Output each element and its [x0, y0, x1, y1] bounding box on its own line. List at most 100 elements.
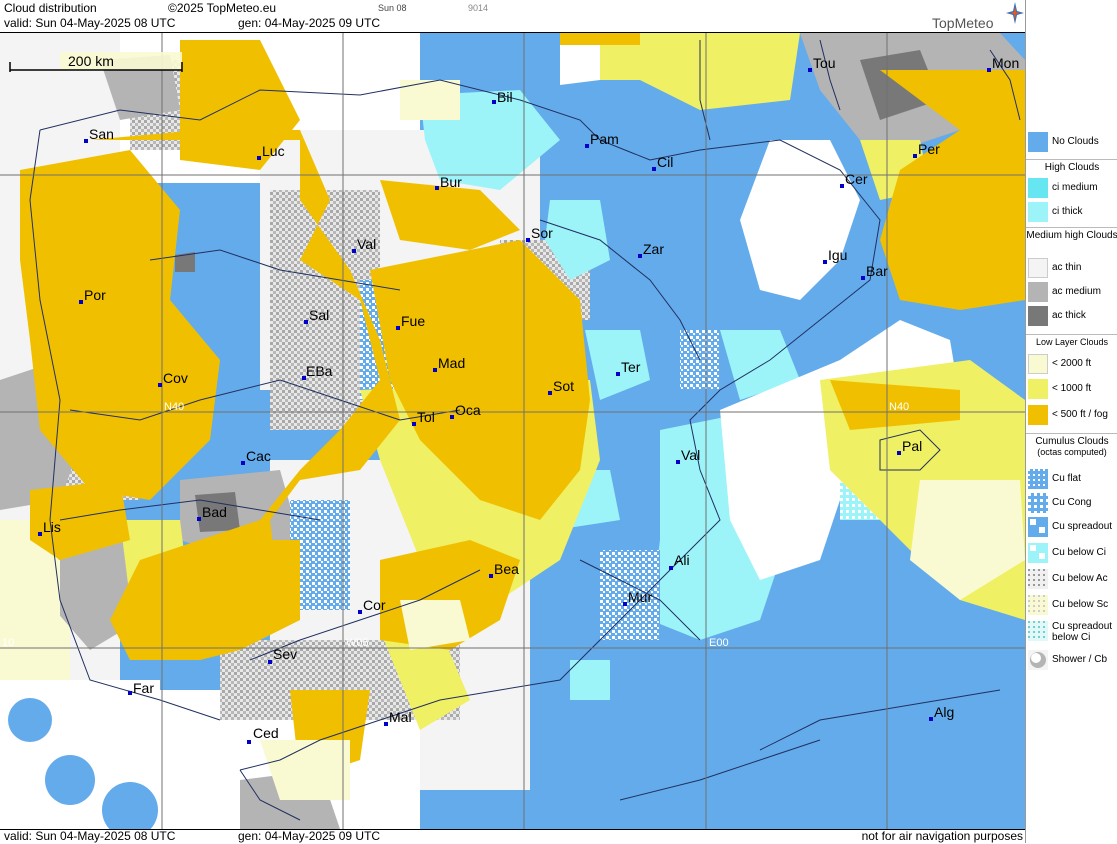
- legend-ci-thick: ci thick: [1028, 202, 1117, 224]
- swatch-shower-cb: [1028, 650, 1048, 670]
- svg-text:Bad: Bad: [202, 504, 227, 520]
- svg-text:Ali: Ali: [674, 552, 690, 568]
- svg-text:EBa: EBa: [306, 363, 333, 379]
- city-cor: Cor: [358, 597, 386, 614]
- swatch-cu-spread-below-ci: [1028, 621, 1048, 641]
- legend-label: < 2000 ft: [1052, 358, 1092, 369]
- legend-cu-below-sc: Cu below Sc: [1028, 595, 1117, 617]
- svg-text:Igu: Igu: [828, 247, 847, 263]
- svg-text:Lis: Lis: [43, 519, 61, 535]
- cloud-map: N40 N40 W05 E00 10 200 km Bil San Luc Bu…: [0, 33, 1025, 829]
- legend-no-clouds: No Clouds: [1028, 132, 1117, 154]
- topmeteo-star-icon: [1006, 2, 1024, 24]
- svg-text:Tol: Tol: [417, 409, 435, 425]
- svg-text:Cac: Cac: [246, 448, 271, 464]
- city-sor: Sor: [526, 225, 553, 242]
- city-por: Por: [79, 287, 106, 304]
- legend-low-1000: < 1000 ft: [1028, 379, 1117, 401]
- grid-label-n40-right: N40: [889, 401, 909, 413]
- city-mon: Mon: [987, 55, 1019, 72]
- copyright-text: ©2025 TopMeteo.eu: [168, 1, 277, 15]
- legend-shower: Shower / Cb: [1028, 650, 1117, 672]
- legend-label: Cu below Sc: [1052, 599, 1109, 610]
- footer-valid: valid: Sun 04-May-2025 08 UTC: [4, 829, 176, 843]
- svg-text:Alg: Alg: [934, 704, 954, 720]
- map-header: Cloud distribution ©2025 TopMeteo.eu Sun…: [0, 0, 1025, 33]
- legend-heading: Low Layer Clouds: [1035, 337, 1109, 347]
- legend-label: ac medium: [1052, 286, 1101, 297]
- legend-low-500: < 500 ft / fog: [1028, 405, 1117, 427]
- city-mad: Mad: [433, 355, 465, 372]
- city-luc: Luc: [257, 143, 285, 160]
- svg-text:Sor: Sor: [531, 225, 553, 241]
- valid-time: valid: Sun 04-May-2025 08 UTC: [4, 16, 176, 30]
- legend-label: ci thick: [1052, 206, 1083, 217]
- generation-time: gen: 04-May-2025 09 UTC: [238, 16, 381, 30]
- legend-label: < 1000 ft: [1052, 383, 1092, 394]
- legend-cu-spreadout: Cu spreadout: [1028, 517, 1117, 539]
- city-bad: Bad: [197, 504, 227, 521]
- legend-label: Cu below Ac: [1052, 573, 1108, 584]
- grid-label-w10: 10: [2, 637, 14, 649]
- legend-cu-flat: Cu flat: [1028, 469, 1117, 491]
- legend-heading: Cumulus Clouds: [1035, 436, 1109, 447]
- svg-text:Mur: Mur: [628, 589, 652, 605]
- swatch-low-2000: [1028, 354, 1048, 374]
- svg-text:Ced: Ced: [253, 725, 279, 741]
- svg-text:Oca: Oca: [455, 402, 481, 418]
- svg-text:Fue: Fue: [401, 313, 425, 329]
- svg-text:Sot: Sot: [553, 378, 574, 394]
- city-eba: EBa: [302, 363, 333, 380]
- svg-text:Far: Far: [133, 680, 154, 696]
- legend-label: Shower / Cb: [1052, 654, 1108, 665]
- city-mal: Mal: [384, 709, 412, 726]
- legend-label: ac thin: [1052, 262, 1082, 273]
- topmeteo-logo: TopMeteo: [932, 15, 994, 31]
- city-pam: Pam: [585, 131, 619, 148]
- svg-text:Val: Val: [681, 447, 700, 463]
- city-bar: Bar: [861, 263, 888, 280]
- legend-label: ci medium: [1052, 182, 1098, 193]
- svg-text:Sev: Sev: [273, 646, 297, 662]
- city-cov: Cov: [158, 370, 188, 387]
- swatch-low-1000: [1028, 379, 1048, 399]
- svg-text:Cor: Cor: [363, 597, 386, 613]
- swatch-cu-below-sc: [1028, 595, 1048, 615]
- legend-label: Cu Cong: [1052, 497, 1092, 508]
- svg-text:Zar: Zar: [643, 241, 664, 257]
- city-sev: Sev: [268, 646, 297, 664]
- scale-label: 200 km: [68, 53, 114, 69]
- svg-text:Bil: Bil: [497, 89, 513, 105]
- swatch-ci-medium: [1028, 178, 1048, 198]
- legend-ac-thick: ac thick: [1028, 306, 1117, 328]
- swatch-ac-medium: [1028, 282, 1048, 302]
- legend-label: Cu flat: [1052, 473, 1081, 484]
- svg-text:Pal: Pal: [902, 438, 922, 454]
- legend-cu-cong: Cu Cong: [1028, 493, 1117, 515]
- legend-label: Cu spreadout: [1052, 521, 1113, 532]
- swatch-no-clouds: [1028, 132, 1048, 152]
- svg-text:San: San: [89, 126, 114, 142]
- svg-text:Ter: Ter: [621, 359, 641, 375]
- svg-text:Cer: Cer: [845, 171, 868, 187]
- city-bea: Bea: [489, 561, 519, 578]
- footer-gen: gen: 04-May-2025 09 UTC: [238, 829, 381, 843]
- legend-ac-thin: ac thin: [1028, 258, 1117, 280]
- grid-label-e00: E00: [709, 637, 729, 649]
- svg-text:Cov: Cov: [163, 370, 188, 386]
- legend-label: Cu below Ci: [1052, 547, 1106, 558]
- swatch-cu-below-ci: [1028, 543, 1048, 563]
- legend-ac-medium: ac medium: [1028, 282, 1117, 304]
- legend-label: ac thick: [1052, 310, 1086, 321]
- city-mur: Mur: [623, 589, 652, 606]
- footer-disclaimer: not for air navigation purposes: [861, 829, 1023, 843]
- svg-text:Pam: Pam: [590, 131, 619, 147]
- legend-heading: High Clouds: [1044, 162, 1100, 173]
- city-bur: Bur: [435, 174, 462, 190]
- svg-text:Tou: Tou: [813, 55, 836, 71]
- grid-label-w05: W05: [346, 637, 369, 649]
- legend-ci-medium: ci medium: [1028, 178, 1117, 200]
- swatch-ci-thick: [1028, 202, 1048, 222]
- legend-cu-below-ac: Cu below Ac: [1028, 569, 1117, 591]
- cloud-map-svg: N40 N40 W05 E00 10 200 km Bil San Luc Bu…: [0, 33, 1025, 829]
